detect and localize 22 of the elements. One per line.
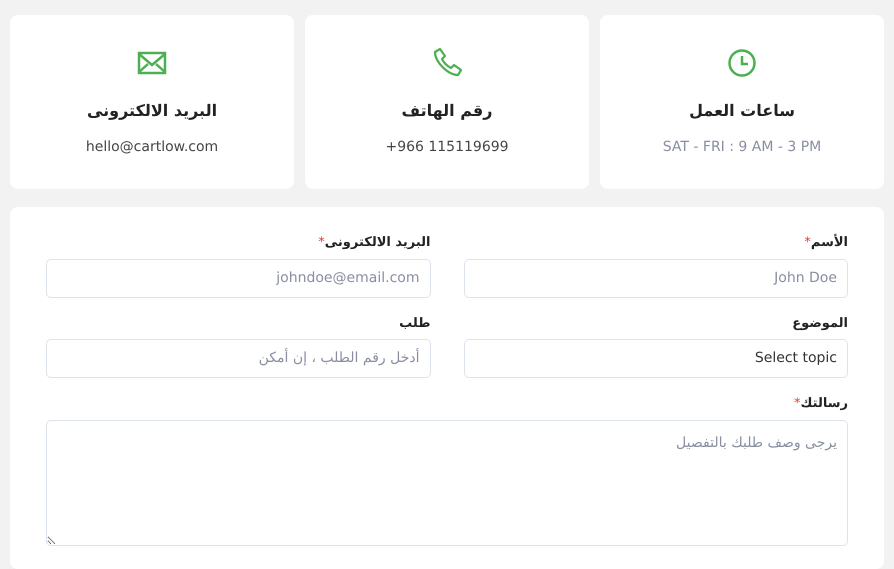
- card-text: hello@cartlow.com: [86, 138, 218, 157]
- mail-icon: [137, 51, 167, 75]
- field-label: الموضوع: [792, 314, 848, 332]
- field-label: الأسم: [810, 233, 848, 252]
- field-label: رسالتك: [800, 395, 848, 413]
- field-label: طلب: [399, 314, 430, 332]
- card-title: البريد الالكترونى: [86, 100, 218, 122]
- select-field[interactable]: Select topic: [464, 339, 848, 378]
- input-field[interactable]: أدخل رقم الطلب ، إن أمكن: [46, 339, 430, 378]
- input-field[interactable]: johndoe@email.com: [46, 258, 430, 298]
- card-text: SAT - FRI : 9 AM - 3 PM: [662, 138, 822, 157]
- required-mark: *: [318, 234, 325, 252]
- message-field[interactable]: يرجى وصف طلبك بالتفصيل: [46, 420, 848, 546]
- card-title: ساعات العمل: [689, 100, 795, 122]
- required-mark: *: [794, 395, 801, 413]
- required-mark: *: [804, 234, 811, 252]
- card-title: رقم الهاتف: [402, 100, 492, 122]
- field-label: البريد الالكترونى: [324, 234, 430, 252]
- phone-icon: [431, 47, 463, 79]
- card-text: +966 115119699: [385, 138, 509, 157]
- input-field[interactable]: John Doe: [464, 258, 848, 298]
- clock-icon: [727, 48, 757, 78]
